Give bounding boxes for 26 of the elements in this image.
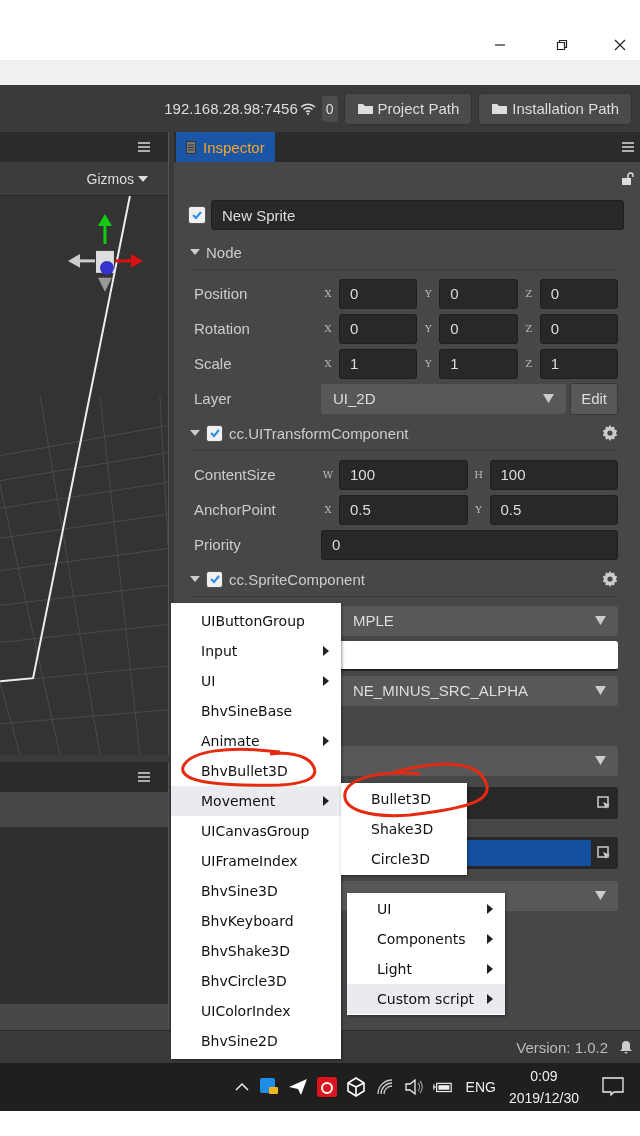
property-label: ContentSize [194,466,277,483]
property-label: Scale [194,355,233,372]
axis-label: Y [424,288,433,299]
property-label: AnchorPoint [194,501,277,518]
property-label: Rotation [194,320,251,337]
section-title: Node [206,243,243,261]
section-title: cc.SpriteComponent [229,570,366,588]
axis-label: Z [524,288,534,299]
version-label: Version: 1.0.2 [516,1038,608,1056]
axis-label: X [323,323,333,334]
axis-label: Z [524,323,534,334]
property-label: Position [194,285,249,302]
axis-label: Y [474,504,483,515]
axis-label: Y [424,323,433,334]
axis-label: H [473,469,484,480]
axis-label: X [323,358,333,369]
axis-label: Z [524,358,534,369]
section-title: cc.UITransformComponent [229,424,410,442]
axis-label: X [323,504,333,515]
axis-label: Y [424,358,433,369]
axis-label: W [321,469,335,480]
axis-label: X [323,288,333,299]
server-address: 192.168.28.98:7456 [164,100,298,117]
property-label: Layer [194,390,233,407]
connection-count: 0 [321,95,338,122]
property-label: Priority [194,536,242,553]
